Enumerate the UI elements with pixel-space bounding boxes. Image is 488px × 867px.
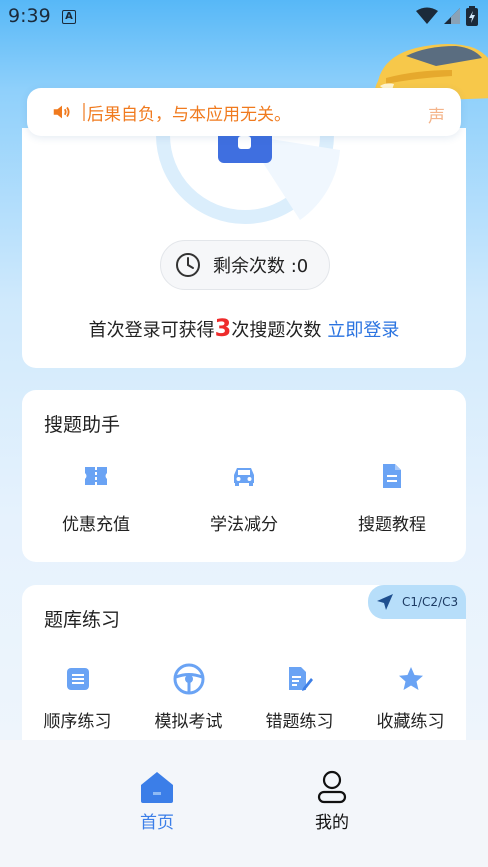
home-icon <box>141 772 173 803</box>
mock-exam-label: 模拟考试 <box>154 712 223 732</box>
list-icon <box>62 663 94 695</box>
discount-recharge-label: 优惠充值 <box>62 515 130 535</box>
login-promo: 首次登录可获得3次搜题次数 立即登录 <box>22 314 466 342</box>
notice-tail-text: 声 <box>428 107 445 127</box>
speaker-icon <box>53 105 70 119</box>
mock-exam-button[interactable]: 模拟考试 <box>133 663 244 732</box>
status-icons <box>416 6 478 26</box>
document-icon <box>376 460 408 492</box>
notice-banner[interactable]: 后果自负，与本应用无关。 声 <box>27 88 461 136</box>
notice-text: 后果自负，与本应用无关。 <box>87 104 291 125</box>
question-bank-card: 题库练习 C1/C2/C3 顺序练习 模拟考试 错题练习 收藏练习 <box>22 585 466 740</box>
favorites-practice-button[interactable]: 收藏练习 <box>355 663 466 732</box>
license-type-text: C1/C2/C3 <box>402 595 459 609</box>
favorites-practice-label: 收藏练习 <box>376 712 445 732</box>
star-icon <box>395 663 427 695</box>
wifi-icon <box>416 7 438 24</box>
search-helper-title: 搜题助手 <box>44 414 121 436</box>
clock-icon <box>176 253 200 277</box>
wrong-question-practice-button[interactable]: 错题练习 <box>244 663 355 732</box>
device-dot <box>238 136 251 149</box>
signal-icon <box>444 8 460 24</box>
nav-me-tab[interactable]: 我的 <box>292 770 372 833</box>
question-bank-title: 题库练习 <box>44 609 121 631</box>
search-helper-card: 搜题助手 优惠充值 学法减分 搜题教程 <box>22 390 466 562</box>
sequential-practice-label: 顺序练习 <box>43 712 112 732</box>
edit-doc-icon <box>284 663 316 695</box>
user-icon <box>317 770 347 804</box>
search-helper-grid: 优惠充值 学法减分 搜题教程 <box>22 460 466 535</box>
question-bank-grid: 顺序练习 模拟考试 错题练习 收藏练习 <box>22 663 466 732</box>
study-deduct-points-label: 学法减分 <box>210 515 278 535</box>
discount-recharge-button[interactable]: 优惠充值 <box>22 460 170 535</box>
navigation-arrow-icon <box>377 594 393 610</box>
battery-icon <box>466 6 478 26</box>
remaining-count-text: 剩余次数 :0 <box>213 256 309 277</box>
study-deduct-points-button[interactable]: 学法减分 <box>170 460 318 535</box>
nav-me-label: 我的 <box>315 813 349 833</box>
status-time: 9:39 <box>8 5 51 27</box>
remaining-count-pill: 剩余次数 :0 <box>160 240 330 290</box>
search-tutorial-label: 搜题教程 <box>358 515 426 535</box>
car-icon <box>228 460 260 492</box>
notification-a-icon: A <box>62 10 76 24</box>
license-type-tag[interactable]: C1/C2/C3 <box>368 585 466 619</box>
notice-divider <box>83 103 85 121</box>
quota-card: 剩余次数 :0 首次登录可获得3次搜题次数 立即登录 <box>22 128 466 368</box>
search-tutorial-button[interactable]: 搜题教程 <box>318 460 466 535</box>
login-promo-suffix: 次搜题次数 <box>231 320 322 341</box>
bottom-nav: 首页 我的 <box>0 740 488 867</box>
login-promo-prefix: 首次登录可获得 <box>88 320 215 341</box>
sequential-practice-button[interactable]: 顺序练习 <box>22 663 133 732</box>
steering-wheel-icon <box>173 663 205 695</box>
login-now-link[interactable]: 立即登录 <box>327 320 399 341</box>
wrong-question-practice-label: 错题练习 <box>265 712 334 732</box>
nav-home-label: 首页 <box>140 813 174 833</box>
login-promo-count: 3 <box>214 314 232 342</box>
coupon-icon <box>80 460 112 492</box>
search-device-icon <box>218 136 272 163</box>
nav-home-tab[interactable]: 首页 <box>117 770 197 833</box>
